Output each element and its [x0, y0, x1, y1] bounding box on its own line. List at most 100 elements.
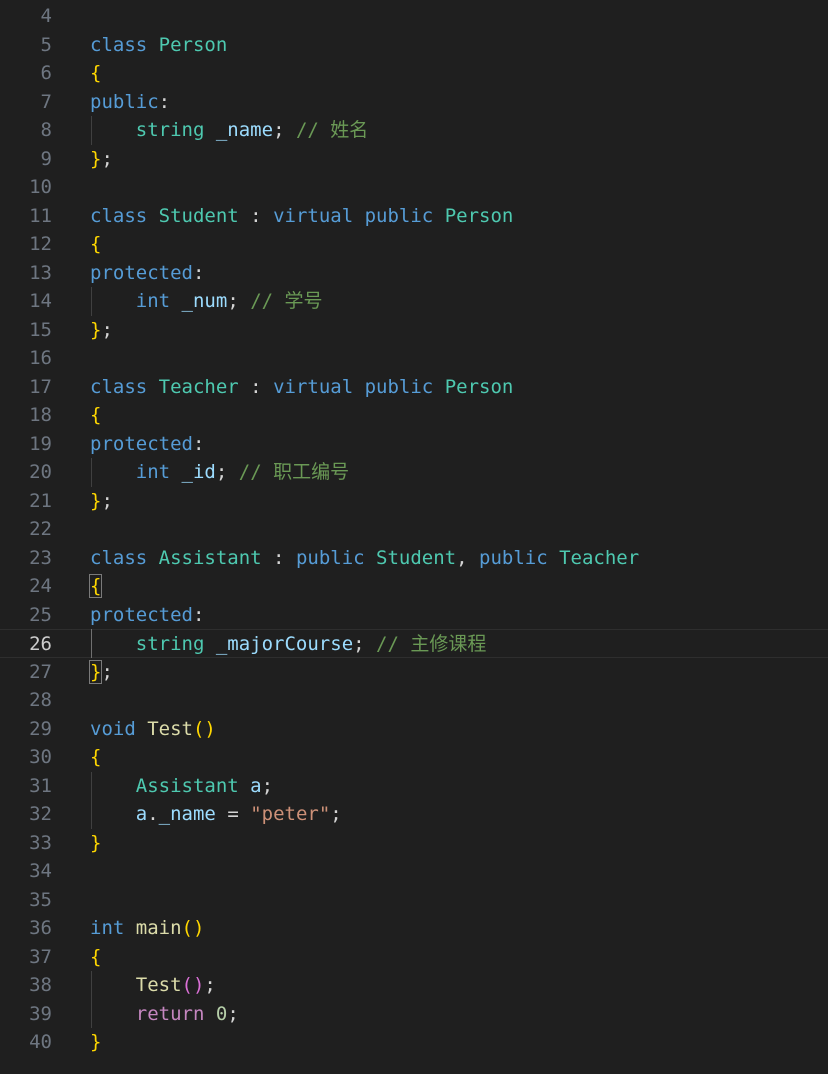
code-line[interactable]: 10: [0, 173, 828, 202]
keyword-token: class: [90, 546, 148, 569]
comment-token: // 职工编号: [238, 461, 350, 483]
punctuation-token: [548, 547, 559, 569]
code-line[interactable]: 15};: [0, 316, 828, 345]
type-token: Person: [444, 204, 514, 227]
punctuation-token: [90, 461, 136, 483]
comment-token: // 学号: [250, 290, 323, 312]
line-number: 23: [29, 546, 52, 569]
code-line[interactable]: 12 {: [0, 230, 828, 259]
code-line[interactable]: 19 protected:: [0, 430, 828, 459]
line-number: 27: [29, 660, 52, 683]
identifier-token: _name: [158, 803, 216, 825]
code-line[interactable]: 17 class Teacher : virtual public Person: [0, 373, 828, 402]
punctuation-token: [204, 1003, 215, 1025]
code-line[interactable]: 31 Assistant a;: [0, 772, 828, 801]
line-number: 40: [29, 1031, 52, 1053]
line-content: protected:: [90, 259, 204, 288]
code-line[interactable]: 39 return 0;: [0, 1000, 828, 1029]
code-line[interactable]: 21};: [0, 487, 828, 516]
bracket-token: {: [90, 233, 102, 255]
line-content: }: [90, 1028, 101, 1057]
line-content: Test();: [90, 971, 216, 1000]
code-line[interactable]: 38 Test();: [0, 971, 828, 1000]
punctuation-token: ;: [101, 318, 113, 341]
code-line[interactable]: 40}: [0, 1028, 828, 1057]
code-line[interactable]: 22: [0, 515, 828, 544]
punctuation-token: [90, 803, 136, 825]
keyword-token: public: [364, 375, 434, 398]
code-line[interactable]: 37 {: [0, 943, 828, 972]
code-line[interactable]: 16: [0, 344, 828, 373]
punctuation-token: [147, 34, 158, 56]
keyword-token: public: [90, 90, 159, 113]
line-number: 37: [29, 945, 52, 968]
keyword-token: int: [90, 917, 125, 939]
code-line[interactable]: 34: [0, 857, 828, 886]
line-content: protected:: [90, 601, 204, 630]
code-line[interactable]: 4: [0, 2, 828, 31]
line-content: };: [90, 487, 113, 516]
code-line[interactable]: 32 a._name = "peter";: [0, 800, 828, 829]
punctuation-token: [433, 205, 444, 227]
line-number: 24: [29, 575, 52, 597]
code-line[interactable]: 7 public:: [0, 88, 828, 117]
code-line[interactable]: 24 {: [0, 572, 828, 601]
code-editor[interactable]: 4 5 class Person 6{7 public: 8 string _name; …: [0, 0, 828, 1074]
code-line[interactable]: 27};: [0, 658, 828, 687]
keyword-token: void: [90, 717, 136, 740]
code-line[interactable]: 28: [0, 686, 828, 715]
line-content: class Person: [90, 31, 227, 60]
punctuation-token: [204, 119, 215, 141]
comment-token: // 主修课程: [376, 633, 487, 655]
code-line[interactable]: 26 string _majorCourse; // 主修课程: [0, 629, 828, 658]
code-line[interactable]: 9};: [0, 145, 828, 174]
punctuation-token: [239, 775, 250, 797]
punctuation-token: ;: [227, 1002, 239, 1025]
line-number: 33: [29, 831, 52, 854]
punctuation-token: ;: [353, 633, 377, 655]
code-line[interactable]: 29 void Test(): [0, 715, 828, 744]
identifier-token: _majorCourse: [215, 633, 354, 655]
keyword-token: public: [364, 204, 434, 227]
bracket-token: {: [90, 746, 102, 768]
code-line[interactable]: 30 {: [0, 743, 828, 772]
punctuation-token: ;: [273, 119, 296, 141]
line-content: {: [90, 743, 101, 772]
bracket-token: (): [192, 717, 216, 740]
punctuation-token: [433, 376, 444, 398]
line-content: };: [90, 316, 113, 345]
punctuation-token: :: [192, 432, 205, 455]
code-line[interactable]: 20 int _id; // 职工编号: [0, 458, 828, 487]
punctuation-token: ;: [204, 974, 216, 996]
code-line[interactable]: 33}: [0, 829, 828, 858]
code-line[interactable]: 8 string _name; // 姓名: [0, 116, 828, 145]
code-line[interactable]: 18 {: [0, 401, 828, 430]
code-line[interactable]: 11 class Student : virtual public Person: [0, 202, 828, 231]
indent-guide: [91, 629, 92, 658]
keyword-token: int: [135, 461, 171, 483]
code-line[interactable]: 5 class Person: [0, 31, 828, 60]
line-content: }: [90, 829, 101, 858]
code-line[interactable]: 35: [0, 886, 828, 915]
line-content: a._name = "peter";: [90, 800, 342, 829]
line-number: 14: [29, 290, 52, 312]
line-content: void Test(): [90, 715, 216, 744]
line-number: 21: [29, 489, 52, 512]
type-token: Assistant: [158, 546, 262, 569]
line-content: return 0;: [90, 1000, 239, 1029]
keyword-token: class: [90, 375, 148, 398]
line-number: 5: [40, 33, 52, 56]
keyword-token: class: [90, 33, 148, 56]
line-number: 7: [40, 90, 52, 113]
code-line[interactable]: 6{: [0, 59, 828, 88]
control-keyword-token: return: [135, 1002, 205, 1025]
code-line[interactable]: 14 int _num; // 学号: [0, 287, 828, 316]
code-line[interactable]: 23 class Assistant : public Student, publ…: [0, 544, 828, 573]
code-line[interactable]: 36 int main(): [0, 914, 828, 943]
bracket-token: }: [90, 318, 102, 341]
punctuation-token: :: [192, 603, 205, 626]
code-line[interactable]: 13 protected:: [0, 259, 828, 288]
line-content: public:: [90, 88, 170, 117]
line-number: 13: [29, 261, 52, 284]
code-line[interactable]: 25 protected:: [0, 601, 828, 630]
